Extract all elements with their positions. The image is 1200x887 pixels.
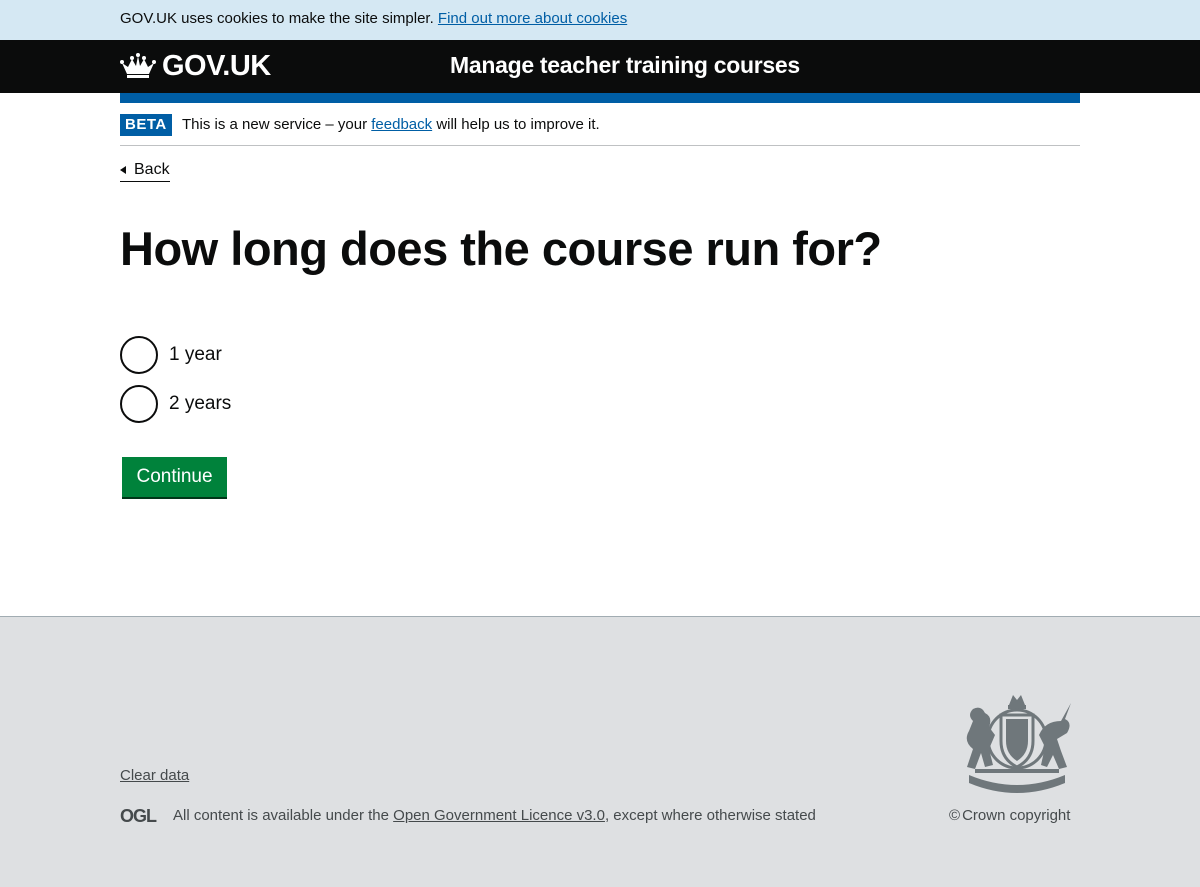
site-header: GOV.UK Manage teacher training courses [0, 40, 1200, 93]
copyright-symbol: © [949, 807, 961, 824]
phase-banner: BETA This is a new service – your feedba… [120, 103, 1080, 146]
govuk-logo-link[interactable]: GOV.UK [120, 50, 271, 82]
govuk-logo-text: GOV.UK [162, 49, 271, 82]
service-name-link[interactable]: Manage teacher training courses [450, 52, 800, 79]
beta-tag: BETA [120, 114, 172, 136]
royal-coat-of-arms-icon[interactable] [953, 691, 1081, 797]
licence-text: All content is available under the Open … [173, 807, 816, 824]
cookie-banner: GOV.UK uses cookies to make the site sim… [0, 0, 1200, 40]
phase-text-after: will help us to improve it. [436, 116, 600, 133]
ogl-licence-link[interactable]: Open Government Licence v3.0 [393, 807, 605, 824]
phase-text-before: This is a new service – your [182, 116, 368, 133]
header-blue-bar [120, 93, 1080, 103]
feedback-link[interactable]: feedback [371, 116, 432, 133]
crown-copyright-link[interactable]: © Crown copyright [949, 807, 1070, 824]
cookie-banner-text: GOV.UK uses cookies to make the site sim… [120, 10, 434, 27]
licence-text-after: , except where otherwise stated [604, 807, 816, 824]
back-link[interactable]: Back [120, 160, 170, 182]
cookie-banner-message: GOV.UK uses cookies to make the site sim… [120, 10, 627, 28]
site-footer: Clear data OGL All content is available … [0, 616, 1200, 887]
ogl-logo-text: OGL [120, 806, 157, 825]
crown-icon [120, 53, 156, 78]
back-arrow-icon [120, 166, 126, 174]
licence-text-before: All content is available under the [173, 807, 389, 824]
radio-button[interactable] [120, 385, 158, 423]
radio-option-1-year[interactable]: 1 year [120, 336, 222, 374]
continue-button[interactable]: Continue [122, 457, 227, 497]
clear-data-link[interactable]: Clear data [120, 767, 189, 784]
cookie-info-link[interactable]: Find out more about cookies [438, 10, 627, 27]
ogl-logo-icon: OGL [120, 806, 158, 825]
radio-label[interactable]: 2 years [169, 393, 231, 415]
radio-label[interactable]: 1 year [169, 344, 222, 366]
back-link-label: Back [134, 161, 170, 178]
copyright-text: Crown copyright [962, 807, 1071, 824]
page-title: How long does the course run for? [120, 222, 882, 275]
radio-option-2-years[interactable]: 2 years [120, 385, 231, 423]
phase-banner-message: This is a new service – your feedback wi… [182, 116, 600, 134]
radio-button[interactable] [120, 336, 158, 374]
